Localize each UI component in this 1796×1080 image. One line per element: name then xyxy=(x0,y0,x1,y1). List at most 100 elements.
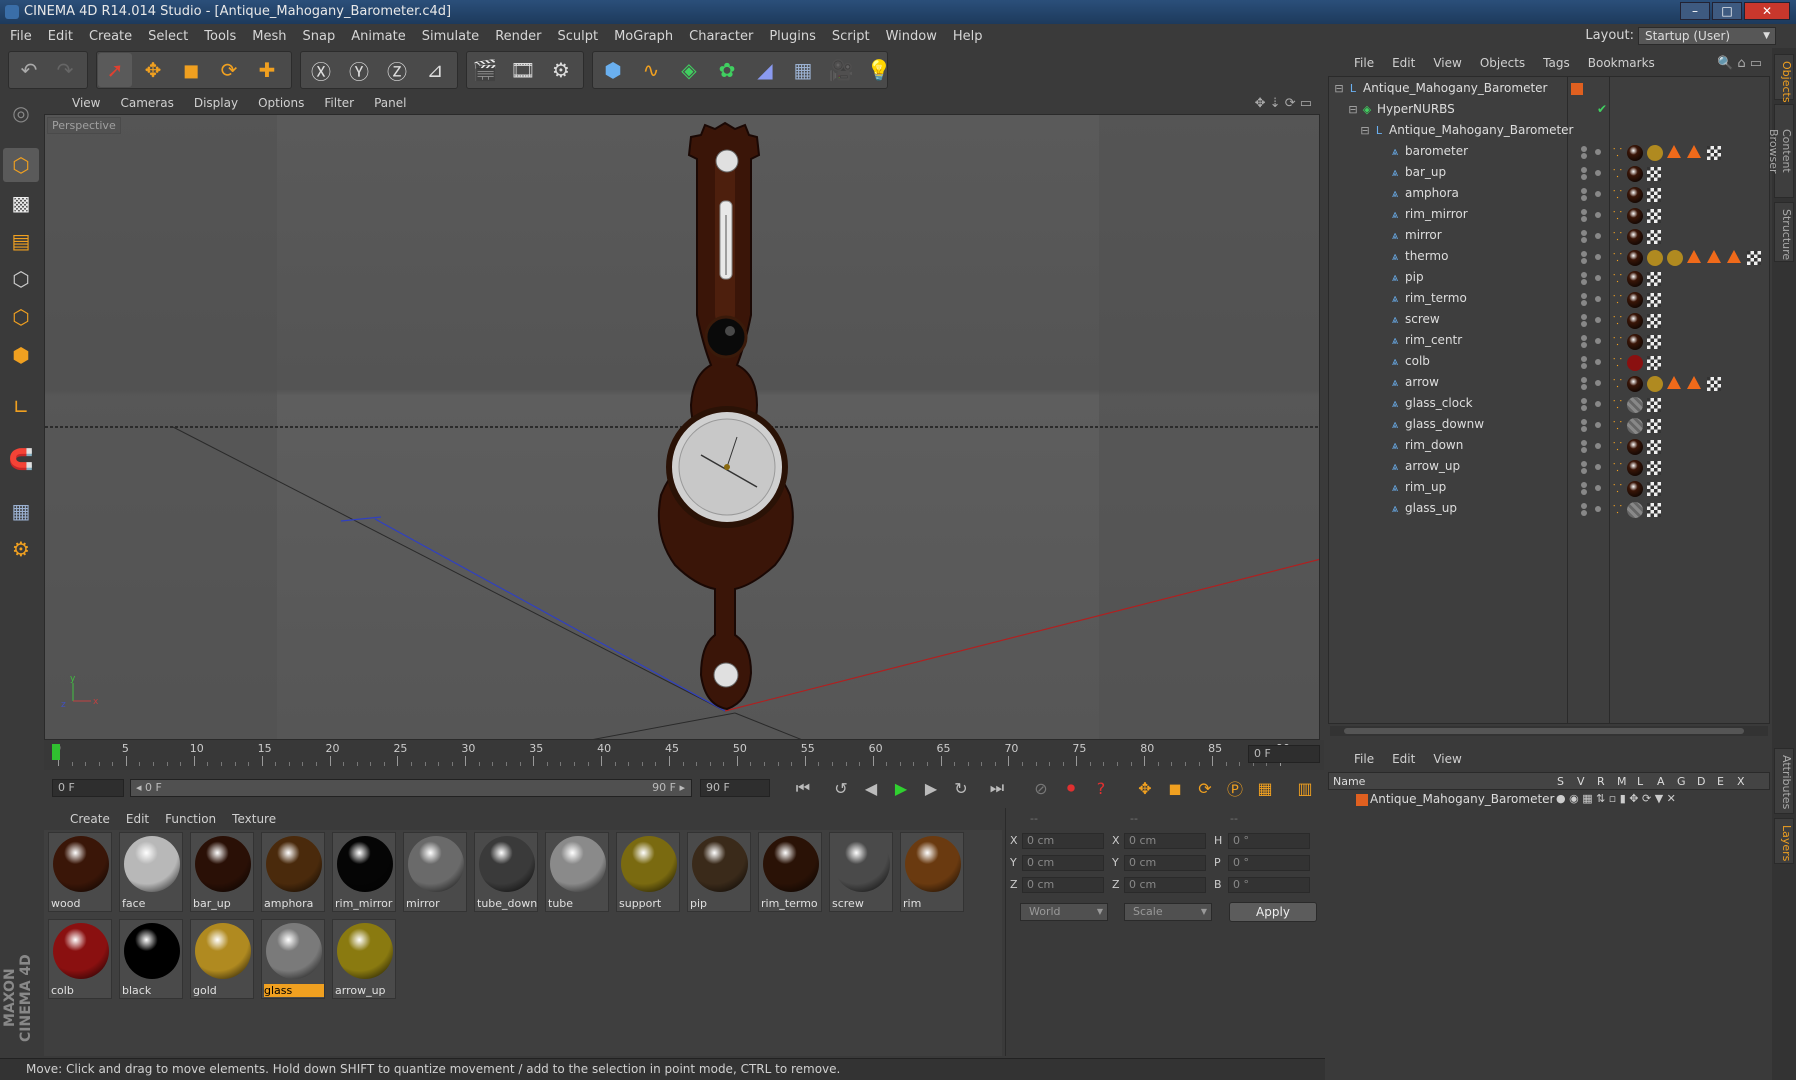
record-active-icon[interactable]: ⏺ xyxy=(1058,776,1084,800)
phong-tag-icon[interactable]: ⸪ xyxy=(1613,187,1622,202)
material-swatch[interactable]: bar_up xyxy=(190,832,254,912)
viewport-menu-filter[interactable]: Filter xyxy=(324,96,354,110)
object-row[interactable]: ⩓ thermo ⸪ xyxy=(1329,247,1769,268)
menu-edit[interactable]: Edit xyxy=(48,29,73,44)
visibility-dot[interactable] xyxy=(1581,426,1587,432)
uvw-tag-icon[interactable] xyxy=(1707,377,1721,391)
tab-content-browser[interactable]: Content Browser xyxy=(1767,104,1794,198)
phong-tag-icon[interactable]: ⸪ xyxy=(1613,502,1622,517)
menu-render[interactable]: Render xyxy=(495,29,541,44)
visibility-dot[interactable] xyxy=(1595,296,1601,302)
object-row-group[interactable]: ⊟ Ⅼ Antique_Mahogany_Barometer xyxy=(1329,121,1769,142)
viewport-menu-display[interactable]: Display xyxy=(194,96,238,110)
material-swatch[interactable]: amphora xyxy=(261,832,325,912)
edges-mode-icon[interactable]: ⬡ xyxy=(3,300,39,334)
visibility-dot[interactable] xyxy=(1595,506,1601,512)
material-tag-icon[interactable] xyxy=(1627,292,1643,308)
material-tag-icon[interactable] xyxy=(1627,271,1643,287)
visibility-dot[interactable] xyxy=(1581,251,1587,257)
layer-flag-icons[interactable]: ● ◉ ▦ ⇅ ▫ ▮ ✥ ⟳ ▼ ✕ xyxy=(1556,792,1676,805)
material-swatch[interactable]: mirror xyxy=(403,832,467,912)
rotation-h-field[interactable]: 0 ° xyxy=(1228,833,1310,849)
size-z-field[interactable]: 0 cm xyxy=(1124,877,1206,893)
visibility-dot[interactable] xyxy=(1581,419,1587,425)
visibility-dot[interactable] xyxy=(1581,356,1587,362)
material-swatch[interactable]: face xyxy=(119,832,183,912)
phong-tag-icon[interactable]: ⸪ xyxy=(1613,313,1622,328)
visibility-dot[interactable] xyxy=(1595,380,1601,386)
menu-create[interactable]: Create xyxy=(89,29,132,44)
material-tag-icon[interactable] xyxy=(1647,250,1663,266)
object-row[interactable]: ⩓ glass_downw ⸪ xyxy=(1329,415,1769,436)
warning-tag-icon[interactable] xyxy=(1687,145,1701,158)
menu-select[interactable]: Select xyxy=(148,29,188,44)
uvw-tag-icon[interactable] xyxy=(1647,461,1661,475)
visibility-dot[interactable] xyxy=(1581,300,1587,306)
objects-menu-tags[interactable]: Tags xyxy=(1543,56,1570,70)
material-menu-function[interactable]: Function xyxy=(165,812,216,826)
render-view-icon[interactable]: 🎬 xyxy=(468,53,502,87)
visibility-dot[interactable] xyxy=(1595,170,1601,176)
spline-icon[interactable]: ∿ xyxy=(634,53,668,87)
object-row[interactable]: ⩓ arrow_up ⸪ xyxy=(1329,457,1769,478)
size-y-field[interactable]: 0 cm xyxy=(1124,855,1206,871)
material-tag-icon[interactable] xyxy=(1647,376,1663,392)
visibility-dot[interactable] xyxy=(1581,216,1587,222)
visibility-dot[interactable] xyxy=(1581,272,1587,278)
warning-tag-icon[interactable] xyxy=(1667,376,1681,389)
floor-icon[interactable]: ▦ xyxy=(786,53,820,87)
material-swatch[interactable]: rim_termo xyxy=(758,832,822,912)
phong-tag-icon[interactable]: ⸪ xyxy=(1613,355,1622,370)
visibility-dot[interactable] xyxy=(1595,233,1601,239)
object-row[interactable]: ⩓ glass_clock ⸪ xyxy=(1329,394,1769,415)
go-to-start-icon[interactable]: ⏮ xyxy=(790,776,816,800)
object-row[interactable]: ⩓ glass_up ⸪ xyxy=(1329,499,1769,520)
visibility-dot[interactable] xyxy=(1595,401,1601,407)
tab-objects[interactable]: Objects xyxy=(1774,54,1794,103)
current-frame-field[interactable]: 0 F xyxy=(1248,745,1320,763)
menu-character[interactable]: Character xyxy=(689,29,753,44)
rotation-b-field[interactable]: 0 ° xyxy=(1228,877,1310,893)
collapse-icon[interactable]: ⊟ xyxy=(1347,104,1359,116)
visibility-dot[interactable] xyxy=(1581,468,1587,474)
layers-menu-edit[interactable]: Edit xyxy=(1392,752,1415,766)
phong-tag-icon[interactable]: ⸪ xyxy=(1613,481,1622,496)
object-row[interactable]: ⩓ arrow ⸪ xyxy=(1329,373,1769,394)
visibility-dot[interactable] xyxy=(1581,230,1587,236)
snap-icon[interactable]: ⚙ xyxy=(3,532,39,566)
light-icon[interactable]: 💡 xyxy=(862,53,896,87)
visibility-dot[interactable] xyxy=(1581,146,1587,152)
phong-tag-icon[interactable]: ⸪ xyxy=(1613,145,1622,160)
position-z-field[interactable]: 0 cm xyxy=(1022,877,1104,893)
visibility-dot[interactable] xyxy=(1595,254,1601,260)
uvw-tag-icon[interactable] xyxy=(1647,230,1661,244)
go-to-end-icon[interactable]: ⏭ xyxy=(984,776,1010,800)
material-swatch[interactable]: colb xyxy=(48,919,112,999)
coordinate-system-icon[interactable]: ⊿ xyxy=(418,53,452,87)
warning-tag-icon[interactable] xyxy=(1707,250,1721,263)
maximize-button[interactable]: □ xyxy=(1712,2,1742,20)
material-tag-icon[interactable] xyxy=(1627,439,1643,455)
objects-menu-file[interactable]: File xyxy=(1354,56,1374,70)
y-axis-icon[interactable]: Ⓨ xyxy=(342,53,376,87)
visibility-dot[interactable] xyxy=(1581,398,1587,404)
viewport-menu-panel[interactable]: Panel xyxy=(374,96,406,110)
polygons-mode-icon[interactable]: ⬢ xyxy=(3,338,39,372)
autokey-icon[interactable]: ? xyxy=(1088,776,1114,800)
menu-mesh[interactable]: Mesh xyxy=(252,29,286,44)
visibility-dot[interactable] xyxy=(1581,405,1587,411)
x-axis-icon[interactable]: Ⓧ xyxy=(304,53,338,87)
key-pla-icon[interactable]: ▦ xyxy=(1252,776,1278,800)
collapse-icon[interactable]: ⊟ xyxy=(1359,125,1371,137)
playhead-marker[interactable] xyxy=(52,744,60,760)
layers-menu-file[interactable]: File xyxy=(1354,752,1374,766)
visibility-dot[interactable] xyxy=(1581,195,1587,201)
visibility-dot[interactable] xyxy=(1595,191,1601,197)
phong-tag-icon[interactable]: ⸪ xyxy=(1613,439,1622,454)
z-axis-icon[interactable]: Ⓩ xyxy=(380,53,414,87)
uvw-tag-icon[interactable] xyxy=(1647,314,1661,328)
undo-icon[interactable]: ↶ xyxy=(12,53,46,87)
phong-tag-icon[interactable]: ⸪ xyxy=(1613,250,1622,265)
visibility-dot[interactable] xyxy=(1595,443,1601,449)
objects-menu-bookmarks[interactable]: Bookmarks xyxy=(1588,56,1655,70)
